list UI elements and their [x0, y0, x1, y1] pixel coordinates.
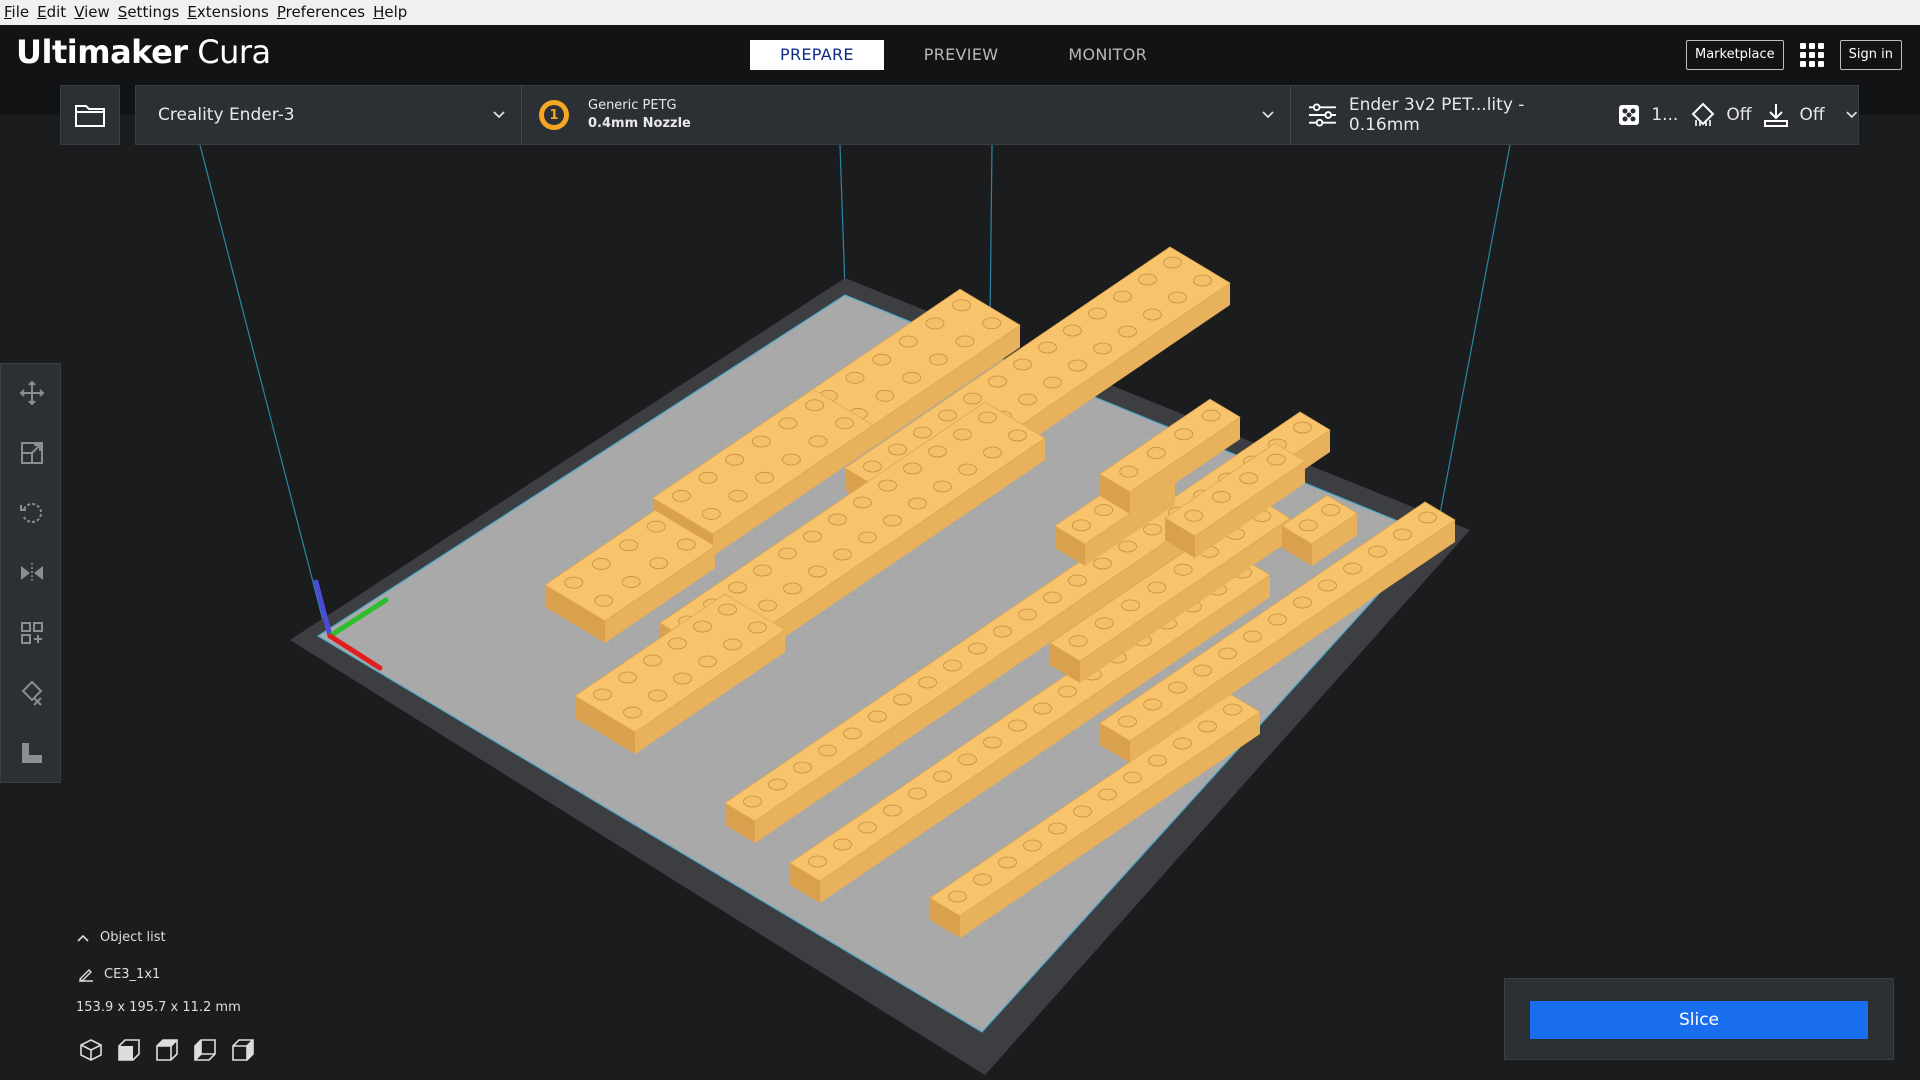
- camera-view-buttons: [78, 1037, 256, 1063]
- tool-panel: [0, 363, 61, 783]
- chevron-down-icon[interactable]: [492, 108, 506, 122]
- object-name-row[interactable]: CE3_1x1: [78, 966, 160, 982]
- support-icon: [1691, 102, 1715, 126]
- logo-product: Cura: [197, 33, 271, 71]
- pencil-icon: [79, 969, 93, 982]
- support-blocker-tool[interactable]: [17, 678, 47, 708]
- move-icon: [19, 380, 45, 406]
- menu-help[interactable]: Help: [369, 0, 411, 25]
- slice-button[interactable]: Slice: [1530, 1001, 1868, 1039]
- view-left-icon[interactable]: [192, 1037, 218, 1063]
- object-dimensions: 153.9 x 195.7 x 11.2 mm: [76, 1000, 241, 1015]
- view-top-icon[interactable]: [154, 1037, 180, 1063]
- marketplace-button[interactable]: Marketplace: [1685, 40, 1784, 70]
- profile-name: Ender 3v2 PET...lity - 0.16mm: [1348, 95, 1525, 135]
- chevron-down-icon[interactable]: [1845, 108, 1858, 122]
- chevron-up-icon: [77, 934, 89, 942]
- lay-flat-tool[interactable]: [17, 738, 47, 768]
- menu-file[interactable]: File: [0, 0, 33, 25]
- print-settings-selector[interactable]: Ender 3v2 PET...lity - 0.16mm 1... Off O…: [1308, 86, 1858, 144]
- build-plate-scene: [199, 144, 1511, 1075]
- menu-preferences[interactable]: Preferences: [273, 0, 369, 25]
- apps-grid-icon[interactable]: [1799, 43, 1824, 67]
- lay-flat-icon: [22, 743, 42, 763]
- menu-extensions[interactable]: Extensions: [183, 0, 272, 25]
- object-list-toggle[interactable]: Object list: [76, 930, 166, 945]
- selected-object-name: CE3_1x1: [104, 966, 161, 982]
- rotate-tool[interactable]: [17, 498, 47, 528]
- header-actions: Marketplace Sign in: [1685, 40, 1902, 70]
- infill-icon: [1619, 105, 1640, 125]
- app-logo: Ultimaker Cura: [16, 33, 271, 71]
- mirror-icon: [21, 563, 43, 583]
- scale-tool[interactable]: [17, 438, 47, 468]
- move-tool[interactable]: [17, 378, 47, 408]
- scale-icon: [21, 442, 43, 464]
- adhesion-icon: [1764, 104, 1789, 127]
- infill-value: 1...: [1651, 105, 1679, 125]
- nozzle-size: 0.4mm Nozzle: [588, 116, 691, 131]
- action-panel: Slice: [1504, 978, 1894, 1060]
- tab-prepare[interactable]: PREPARE: [750, 40, 884, 70]
- settings-sliders-icon: [1308, 103, 1336, 127]
- chevron-down-icon[interactable]: [1261, 108, 1275, 122]
- menu-view[interactable]: View: [70, 0, 114, 25]
- view-front-icon[interactable]: [116, 1037, 142, 1063]
- open-file-button[interactable]: [60, 85, 120, 145]
- 3d-viewport[interactable]: [0, 115, 1920, 1080]
- tab-preview[interactable]: PREVIEW: [894, 40, 1029, 70]
- view-3d-icon[interactable]: [78, 1037, 104, 1063]
- material-name: Generic PETG: [588, 98, 677, 113]
- support-value: Off: [1726, 105, 1752, 125]
- printer-selector[interactable]: Creality Ender-3: [158, 86, 295, 144]
- per-model-settings-tool[interactable]: [17, 618, 47, 648]
- tab-monitor[interactable]: MONITOR: [1038, 40, 1177, 70]
- folder-icon: [75, 105, 105, 127]
- menu-settings[interactable]: Settings: [114, 0, 184, 25]
- job-toolbar: Creality Ender-3 1 Generic PETG 0.4mm No…: [135, 85, 1859, 145]
- object-list-label: Object list: [100, 930, 166, 945]
- logo-brand: Ultimaker: [16, 33, 188, 71]
- menu-edit[interactable]: Edit: [33, 0, 70, 25]
- material-selector[interactable]: Generic PETG 0.4mm Nozzle: [588, 98, 691, 131]
- dimensions-value: 153.9 x 195.7 x 11.2 mm: [76, 1000, 241, 1015]
- mirror-tool[interactable]: [17, 558, 47, 588]
- adhesion-value: Off: [1799, 105, 1825, 125]
- per-model-settings-icon: [21, 622, 43, 644]
- rotate-icon: [20, 503, 43, 523]
- menu-bar: File Edit View Settings Extensions Preference…: [0, 0, 1920, 26]
- support-blocker-icon: [21, 680, 43, 706]
- view-right-icon[interactable]: [230, 1037, 256, 1063]
- stage-tabs: PREPARE PREVIEW MONITOR: [750, 40, 1177, 70]
- extruder-badge-icon: 1: [539, 100, 569, 130]
- sign-in-button[interactable]: Sign in: [1839, 40, 1902, 70]
